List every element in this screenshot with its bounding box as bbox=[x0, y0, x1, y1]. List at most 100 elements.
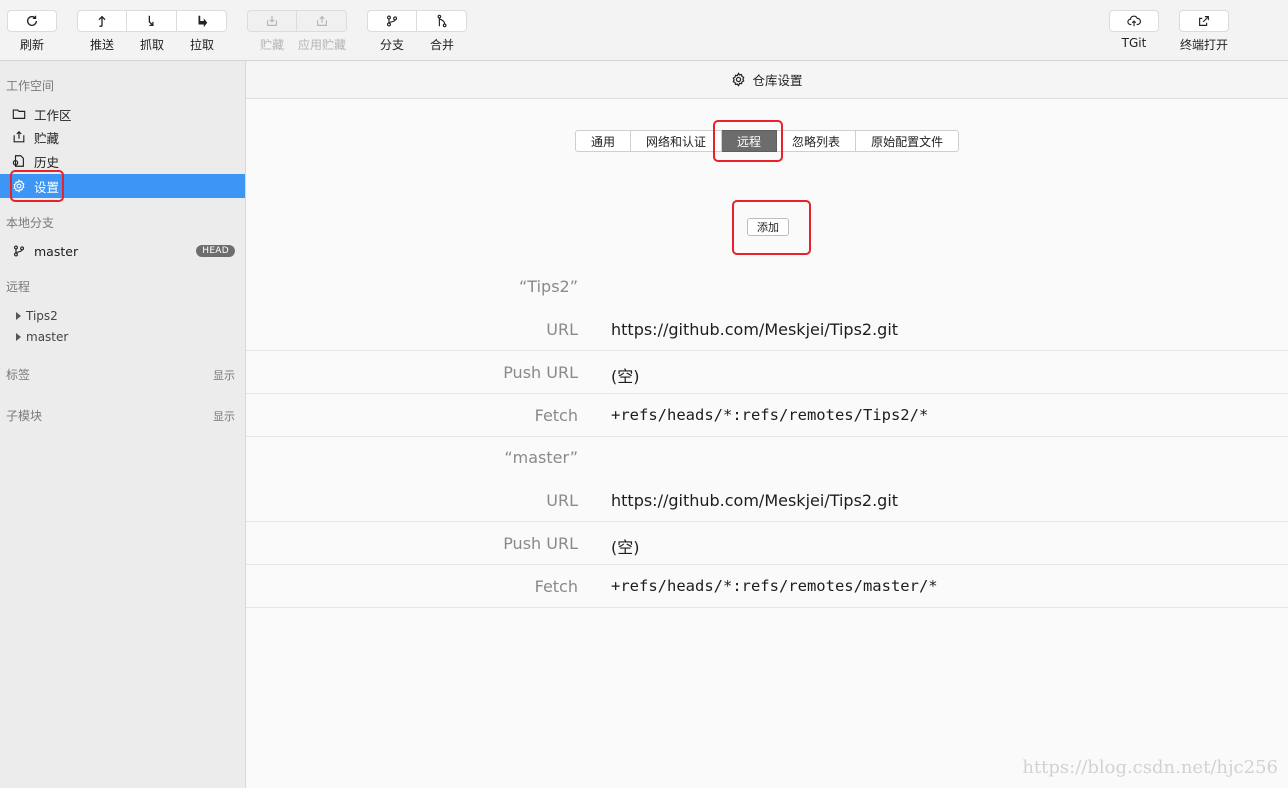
fetch-button[interactable]: 抓取 bbox=[127, 10, 177, 53]
url-label: URL bbox=[546, 320, 578, 339]
head-badge: HEAD bbox=[196, 245, 235, 257]
url-value[interactable]: https://github.com/Meskjei/Tips2.git bbox=[611, 491, 898, 510]
sidebar-item-settings[interactable]: 设置 bbox=[0, 174, 245, 198]
tab-general[interactable]: 通用 bbox=[575, 130, 632, 152]
fetch-icon bbox=[148, 15, 154, 27]
remote-name-row: “master” bbox=[246, 436, 1288, 479]
fetch-label: Fetch bbox=[534, 577, 578, 596]
remote-item-master[interactable]: master bbox=[16, 330, 68, 344]
tab-raw-config[interactable]: 原始配置文件 bbox=[856, 130, 960, 152]
tab-remotes[interactable]: 远程 bbox=[722, 130, 778, 152]
push-label: 推送 bbox=[89, 38, 114, 52]
refresh-button[interactable]: 刷新 bbox=[7, 10, 57, 53]
push-url-label: Push URL bbox=[503, 534, 578, 553]
settings-tabs: 通用 网络和认证 远程 忽略列表 原始配置文件 bbox=[575, 130, 960, 152]
branch-icon bbox=[386, 15, 398, 27]
remote-push-url-row: Push URL (空) bbox=[246, 522, 1288, 565]
tab-network-auth[interactable]: 网络和认证 bbox=[631, 130, 723, 152]
remote-fetch-row: Fetch +refs/heads/*:refs/remotes/Tips2/* bbox=[246, 394, 1288, 437]
merge-button[interactable]: 合并 bbox=[417, 10, 467, 53]
add-remote-button[interactable]: 添加 bbox=[747, 218, 789, 236]
push-url-value[interactable]: (空) bbox=[611, 363, 640, 387]
merge-icon bbox=[436, 14, 447, 28]
refresh-group: 刷新 bbox=[7, 10, 57, 53]
history-icon bbox=[12, 155, 24, 167]
submodules-show-toggle[interactable]: 显示 bbox=[213, 408, 235, 424]
push-url-value[interactable]: (空) bbox=[611, 534, 640, 558]
pull-icon bbox=[198, 15, 207, 28]
workspace-section-title: 工作空间 bbox=[6, 79, 55, 93]
stash-label: 贮藏 bbox=[259, 38, 284, 52]
fetch-value[interactable]: +refs/heads/*:refs/remotes/master/* bbox=[611, 577, 938, 595]
stash-icon bbox=[267, 15, 277, 26]
submodules-section-title: 子模块 bbox=[6, 409, 43, 423]
remote-label: Tips2 bbox=[26, 309, 58, 323]
toolbar: 刷新 推送 抓取 拉取 贮藏 应用贮藏 分支 合并 TGit 终端打开 bbox=[0, 0, 1288, 61]
url-value[interactable]: https://github.com/Meskjei/Tips2.git bbox=[611, 320, 898, 339]
branch-item-master[interactable]: master HEAD bbox=[0, 239, 245, 263]
tgit-group: TGit bbox=[1109, 10, 1159, 50]
url-label: URL bbox=[546, 491, 578, 510]
sidebar-item-workspace[interactable]: 工作区 bbox=[0, 102, 245, 126]
terminal-label: 终端打开 bbox=[1179, 38, 1228, 52]
disclosure-triangle-icon[interactable] bbox=[16, 333, 21, 341]
tgit-button[interactable]: TGit bbox=[1109, 10, 1159, 50]
sidebar-item-label: 贮藏 bbox=[34, 130, 60, 146]
main-panel: 仓库设置 通用 网络和认证 远程 忽略列表 原始配置文件 添加 “Tips2” … bbox=[246, 61, 1288, 788]
cloud-upload-icon bbox=[1127, 15, 1141, 27]
remote-fetch-row: Fetch +refs/heads/*:refs/remotes/master/… bbox=[246, 565, 1288, 608]
sidebar-item-label: 工作区 bbox=[34, 107, 72, 123]
open-terminal-button[interactable]: 终端打开 bbox=[1179, 10, 1229, 53]
sync-group: 推送 抓取 拉取 bbox=[77, 10, 227, 53]
tab-ignore-list[interactable]: 忽略列表 bbox=[777, 130, 857, 152]
watermark: https://blog.csdn.net/hjc256 bbox=[1022, 757, 1278, 778]
gear-icon bbox=[13, 179, 25, 193]
push-button[interactable]: 推送 bbox=[77, 10, 127, 53]
apply-stash-icon bbox=[316, 15, 327, 26]
sidebar-item-label: 历史 bbox=[34, 154, 60, 170]
fetch-value[interactable]: +refs/heads/*:refs/remotes/Tips2/* bbox=[611, 406, 928, 424]
folder-icon bbox=[12, 109, 26, 119]
terminal-group: 终端打开 bbox=[1179, 10, 1229, 53]
stash-box-icon bbox=[13, 130, 25, 143]
sidebar-item-label: 设置 bbox=[34, 179, 60, 195]
repo-settings-header: 仓库设置 bbox=[246, 61, 1288, 99]
branch-button[interactable]: 分支 bbox=[367, 10, 417, 53]
remote-name: “Tips2” bbox=[519, 277, 578, 296]
refresh-label: 刷新 bbox=[19, 38, 44, 52]
branch-icon bbox=[13, 245, 25, 257]
tags-section-title: 标签 bbox=[6, 368, 31, 382]
sidebar-item-stash[interactable]: 贮藏 bbox=[0, 125, 245, 149]
push-url-label: Push URL bbox=[503, 363, 578, 382]
tgit-label: TGit bbox=[1121, 36, 1147, 50]
branch-label: master bbox=[34, 243, 79, 259]
remote-item-tips2[interactable]: Tips2 bbox=[16, 309, 58, 323]
remote-label: master bbox=[26, 330, 69, 344]
external-link-icon bbox=[1199, 16, 1209, 26]
fetch-label: 抓取 bbox=[139, 38, 164, 52]
local-branches-section-title: 本地分支 bbox=[6, 216, 55, 230]
page-title: 仓库设置 bbox=[752, 73, 803, 88]
remote-name-row: “Tips2” bbox=[246, 265, 1288, 308]
pull-button[interactable]: 拉取 bbox=[177, 10, 227, 53]
sidebar-item-history[interactable]: 历史 bbox=[0, 149, 245, 173]
stash-group: 贮藏 应用贮藏 bbox=[247, 10, 347, 53]
branch-label: 分支 bbox=[379, 38, 404, 52]
merge-label: 合并 bbox=[429, 38, 454, 52]
remote-url-row: URL https://github.com/Meskjei/Tips2.git bbox=[246, 479, 1288, 522]
remote-push-url-row: Push URL (空) bbox=[246, 351, 1288, 394]
tags-show-toggle[interactable]: 显示 bbox=[213, 367, 235, 383]
branch-group: 分支 合并 bbox=[367, 10, 467, 53]
pull-label: 拉取 bbox=[189, 38, 214, 52]
remote-url-row: URL https://github.com/Meskjei/Tips2.git bbox=[246, 308, 1288, 351]
apply-stash-button[interactable]: 应用贮藏 bbox=[297, 10, 347, 53]
apply-stash-label: 应用贮藏 bbox=[297, 38, 346, 52]
sidebar: 工作空间 工作区 贮藏 历史 设置 本地分支 master HEAD 远程 Ti… bbox=[0, 61, 246, 788]
gear-icon bbox=[733, 72, 745, 87]
remote-name: “master” bbox=[504, 448, 578, 467]
remotes-section-title: 远程 bbox=[6, 280, 31, 294]
fetch-label: Fetch bbox=[534, 406, 578, 425]
stash-button[interactable]: 贮藏 bbox=[247, 10, 297, 53]
disclosure-triangle-icon[interactable] bbox=[16, 312, 21, 320]
push-icon bbox=[98, 15, 106, 27]
